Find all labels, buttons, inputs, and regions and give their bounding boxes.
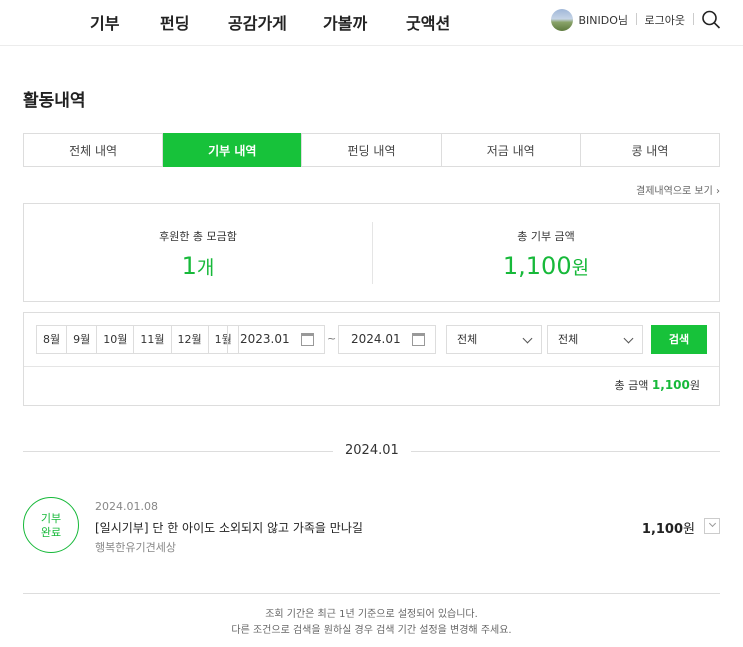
chevron-down-icon <box>623 333 634 344</box>
donation-amount: 1,100원 <box>642 518 695 537</box>
filter-total-unit: 원 <box>689 379 700 392</box>
month-button[interactable]: 10월 <box>97 326 135 353</box>
month-button[interactable]: 9월 <box>67 326 98 353</box>
nav-item-explore[interactable]: 가볼까 <box>323 10 367 34</box>
chevron-down-icon <box>522 333 533 344</box>
status-badge-line2: 완료 <box>40 526 62 539</box>
list-bottom-divider <box>23 593 720 594</box>
end-date-value: 2024.01 <box>351 332 401 346</box>
type-select[interactable]: 전체 <box>547 325 643 354</box>
summary-amount-unit: 원 <box>571 257 590 279</box>
user-profile[interactable]: BINIDO님 <box>551 9 628 31</box>
expand-button[interactable] <box>704 518 720 534</box>
month-button[interactable]: 12월 <box>172 326 209 353</box>
donation-amount-value: 1,100 <box>641 522 684 537</box>
date-range-separator: ~ <box>327 332 337 345</box>
month-group-label: 2024.01 <box>333 443 411 458</box>
filter-divider <box>24 366 719 367</box>
end-date-field[interactable]: 2024.01 <box>338 325 436 354</box>
summary-count-value: 1개 <box>24 252 372 280</box>
search-button[interactable]: 검색 <box>651 325 707 354</box>
donation-organization: 행복한유기견세상 <box>95 541 176 554</box>
tab-all[interactable]: 전체 내역 <box>24 134 164 166</box>
nav-item-store[interactable]: 공감가게 <box>228 10 287 34</box>
logout-link[interactable]: 로그아웃 <box>645 12 685 28</box>
month-button[interactable]: 11월 <box>134 326 172 353</box>
tab-donation[interactable]: 기부 내역 <box>163 133 303 167</box>
payment-history-link[interactable]: 결제내역으로 보기 › <box>636 182 720 197</box>
activity-tabs: 전체 내역 기부 내역 펀딩 내역 저금 내역 콩 내역 <box>23 133 720 167</box>
nav-item-good-action[interactable]: 굿액션 <box>406 10 450 34</box>
filter-total-label: 총 금액 <box>614 379 649 392</box>
donation-title[interactable]: [일시기부] 단 한 아이도 소외되지 않고 가족을 만나길 <box>95 519 363 536</box>
chevron-down-icon <box>708 519 717 528</box>
page-title: 활동내역 <box>23 91 86 111</box>
header-divider <box>693 13 694 25</box>
status-badge-line1: 기부 <box>40 512 62 525</box>
nav-item-funding[interactable]: 펀딩 <box>160 10 189 34</box>
filter-total: 총 금액 1,100원 <box>615 377 700 393</box>
month-quick-select: 8월 9월 10월 11월 12월 1월 <box>36 325 239 354</box>
summary-count: 후원한 총 모금함 1개 <box>24 204 372 301</box>
user-name: BINIDO님 <box>578 14 628 27</box>
notice-line1: 조회 기간은 최근 1년 기준으로 설정되어 있습니다. <box>265 609 478 620</box>
calendar-icon <box>412 333 425 346</box>
calendar-icon <box>301 333 314 346</box>
tab-bean[interactable]: 콩 내역 <box>581 134 719 166</box>
chevron-right-icon: › <box>716 186 720 197</box>
month-button[interactable]: 8월 <box>37 326 68 353</box>
start-date-value: 2023.01 <box>240 332 290 346</box>
nav-item-donate[interactable]: 기부 <box>90 10 119 34</box>
status-badge: 기부 완료 <box>23 497 79 553</box>
donation-summary: 후원한 총 모금함 1개 총 기부 금액 1,100원 <box>23 203 720 302</box>
search-filter: 8월 9월 10월 11월 12월 1월 2023.01 ~ 2024.01 전… <box>23 312 720 406</box>
summary-amount-label: 총 기부 금액 <box>517 230 575 243</box>
top-header: 기부 펀딩 공감가게 가볼까 굿액션 BINIDO님 로그아웃 <box>0 0 743 46</box>
header-divider <box>636 13 637 25</box>
donation-amount-unit: 원 <box>683 522 695 537</box>
summary-count-unit: 개 <box>196 257 215 279</box>
notice-line2: 다른 조건으로 검색을 원하실 경우 검색 기간 설정을 변경해 주세요. <box>231 625 512 636</box>
filter-total-value: 1,100 <box>651 378 690 392</box>
avatar <box>551 9 574 31</box>
search-icon[interactable] <box>701 9 721 31</box>
tab-funding[interactable]: 펀딩 내역 <box>302 134 442 166</box>
start-date-field[interactable]: 2023.01 <box>227 325 325 354</box>
payment-history-label: 결제내역으로 보기 <box>636 186 713 197</box>
summary-count-number: 1 <box>181 252 197 280</box>
category-select[interactable]: 전체 <box>446 325 542 354</box>
summary-amount-value: 1,100원 <box>372 252 720 280</box>
tab-savings[interactable]: 저금 내역 <box>442 134 581 166</box>
category-select-value: 전체 <box>457 333 478 346</box>
donation-date: 2024.01.08 <box>95 500 158 513</box>
summary-count-label: 후원한 총 모금함 <box>159 230 237 243</box>
summary-amount: 총 기부 금액 1,100원 <box>372 204 720 301</box>
type-select-value: 전체 <box>558 333 579 346</box>
summary-amount-number: 1,100 <box>502 252 572 280</box>
